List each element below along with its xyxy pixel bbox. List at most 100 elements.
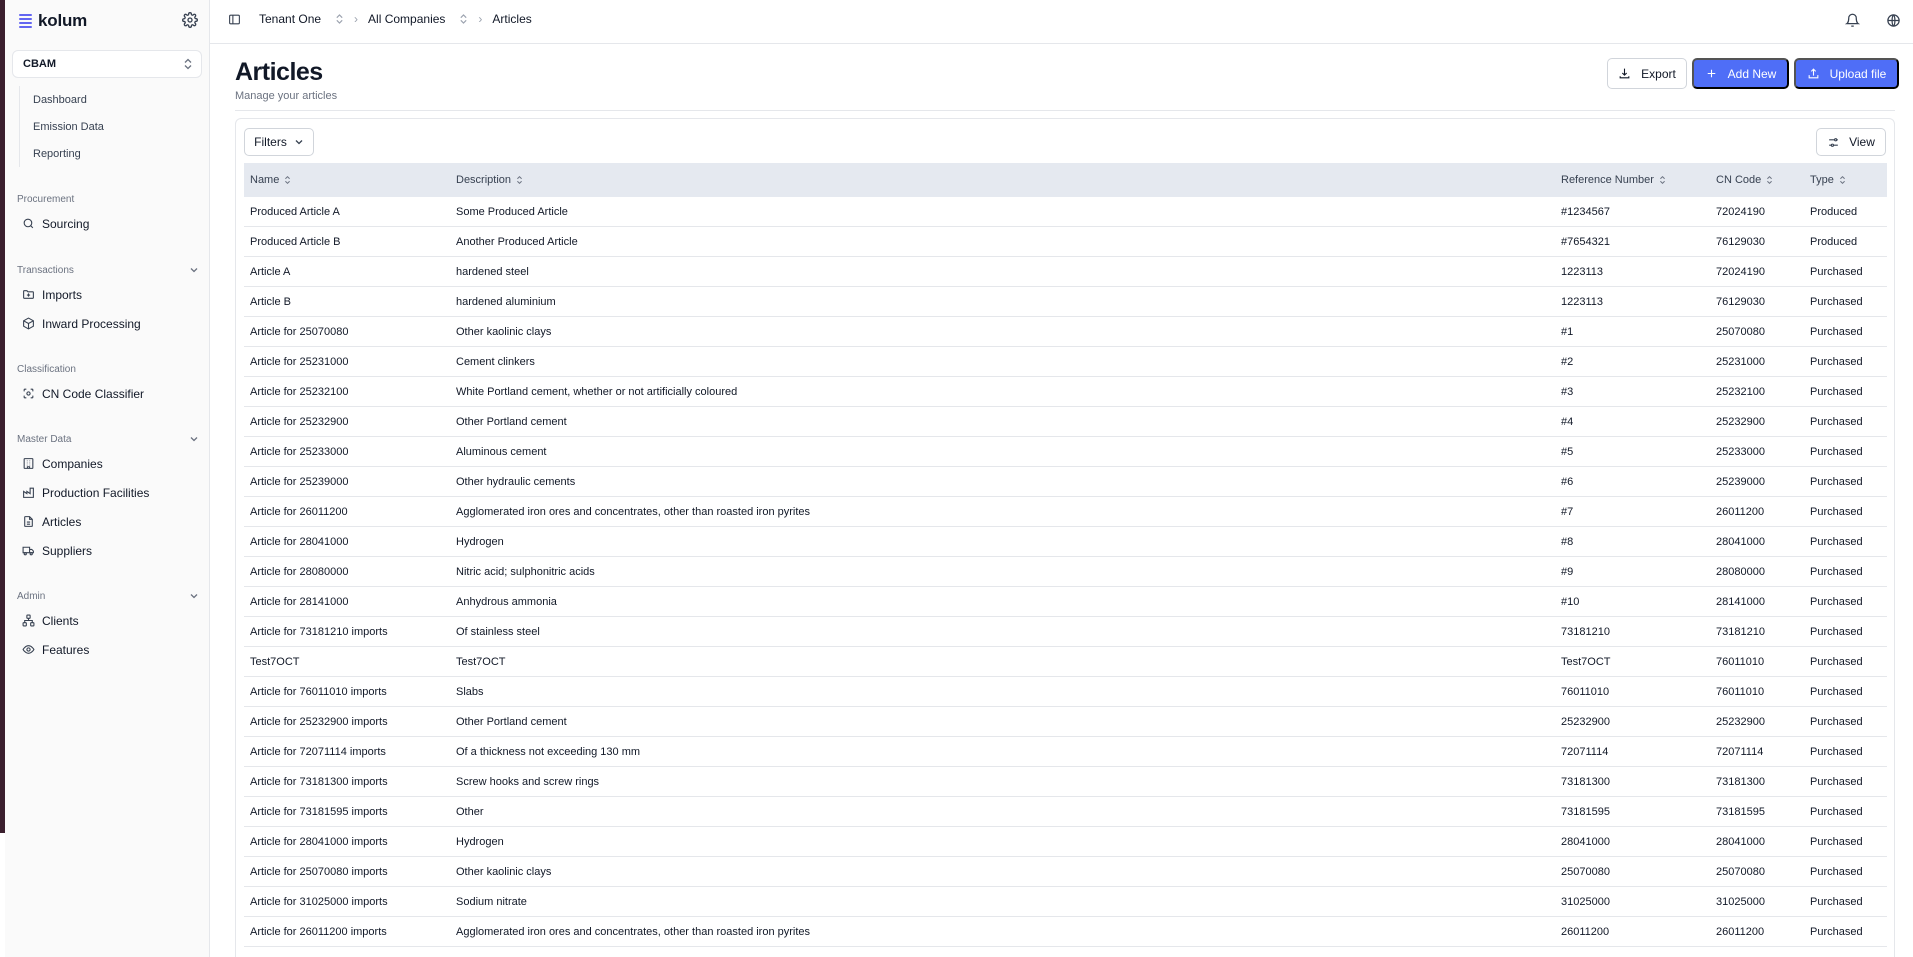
table-row[interactable]: Article for 28041000 Hydrogen #8 28041000 Pu… [244,527,1887,557]
module-select[interactable]: CBAM [12,50,202,78]
sidebar: kolum CBAM Dashboard Emission Data Repor… [5,0,210,957]
sidebar-item-companies[interactable]: Companies [17,449,203,478]
chevron-up-down-icon [336,14,343,24]
cell-reference-number: 31025000 [1561,895,1610,908]
sidebar-item-clients[interactable]: Clients [17,606,203,635]
brand[interactable]: kolum [19,10,87,32]
breadcrumb-tenant[interactable]: Tenant One [259,12,344,26]
chevron-down-icon[interactable] [189,434,199,444]
table-row[interactable]: Test7OCT Test7OCT Test7OCT 76011010 Purchase… [244,647,1887,677]
cell-description: Slabs [456,685,484,698]
cell-name: Article for 25231000 [250,355,349,368]
table-row[interactable]: Article for 72071114 imports Of a thickne… [244,737,1887,767]
breadcrumb-companies[interactable]: All Companies [368,12,468,26]
table-row[interactable]: Article A hardened steel 1223113 72024190 Pu… [244,257,1887,287]
section-title: Transactions [17,264,74,276]
chevron-right-icon: › [354,12,359,26]
column-header-cn-code[interactable]: CN Code [1710,174,1804,186]
table-row[interactable]: Article for 26011200 imports Agglomerated… [244,917,1887,947]
cell-description: Aluminous cement [456,445,547,458]
sidebar-item-cn-code-classifier[interactable]: CN Code Classifier [17,379,203,408]
cell-reference-number: 26011200 [1561,925,1610,938]
subnav-item-reporting[interactable]: Reporting [20,140,199,167]
cell-name: Article for 73181595 imports [250,805,388,818]
cell-description: Other Portland cement [456,715,567,728]
cell-name: Article for 28041000 [250,535,349,548]
articles-card: Filters View Name Description Reference … [235,118,1895,957]
sidebar-item-articles[interactable]: Articles [17,507,203,536]
cell-description: hardened aluminium [456,295,556,308]
cell-name: Article for 25070080 [250,325,349,338]
cell-cn-code: 25070080 [1716,325,1765,338]
table-row[interactable]: Article for 25070080 Other kaolinic clays… [244,317,1887,347]
cell-name: Article for 25233000 [250,445,349,458]
view-options-button[interactable]: View [1816,128,1886,156]
table-row[interactable]: Article for 25232900 Other Portland cemen… [244,407,1887,437]
gear-icon[interactable] [182,12,198,28]
table-row[interactable]: Article for 25231000 Cement clinkers #2 252… [244,347,1887,377]
cell-cn-code: 76011010 [1716,655,1765,668]
table-row[interactable]: Article for 25232900 imports Other Portla… [244,707,1887,737]
bell-icon[interactable] [1845,13,1860,28]
cell-type: Purchased [1810,775,1863,788]
globe-icon[interactable] [1886,13,1901,28]
table-row[interactable]: Article B hardened aluminium 1223113 761290… [244,287,1887,317]
subnav-item-dashboard[interactable]: Dashboard [20,86,199,113]
table-row[interactable]: Article for 28080000 Nitric acid; sulphon… [244,557,1887,587]
table-row[interactable]: test article that fail emission123456782… [244,947,1887,957]
sidebar-toggle-icon[interactable] [228,13,241,26]
cell-type: Purchased [1810,445,1863,458]
sort-icon [1839,175,1845,185]
filters-button[interactable]: Filters [244,128,314,156]
topbar: Tenant One › All Companies › Articles [210,0,1913,44]
table-row[interactable]: Produced Article B Another Produced Artic… [244,227,1887,257]
chevron-down-icon[interactable] [189,591,199,601]
table-header: Name Description Reference Number CN Cod… [244,163,1887,197]
sidebar-item-features[interactable]: Features [17,635,203,664]
topbar-actions [1845,13,1901,28]
sidebar-item-production-facilities[interactable]: Production Facilities [17,478,203,507]
table-row[interactable]: Article for 25233000 Aluminous cement #5 25… [244,437,1887,467]
cell-type: Purchased [1810,265,1863,278]
table-row[interactable]: Article for 25232100 White Portland cemen… [244,377,1887,407]
sidebar-item-label: Inward Processing [42,316,141,331]
table-row[interactable]: Article for 76011010 imports Slabs 7601101… [244,677,1887,707]
table-row[interactable]: Produced Article A Some Produced Article #… [244,197,1887,227]
sidebar-item-inward-processing[interactable]: Inward Processing [17,309,203,338]
table-row[interactable]: Article for 31025000 imports Sodium nitra… [244,887,1887,917]
table-row[interactable]: Article for 73181300 imports Screw hooks … [244,767,1887,797]
column-header-type[interactable]: Type [1804,174,1887,186]
upload-file-button[interactable]: Upload file [1794,58,1899,89]
sliders-icon [1829,137,1838,147]
cell-cn-code: 26011200 [1716,505,1765,518]
cell-reference-number: #7 [1561,505,1574,518]
sort-icon [1767,175,1773,185]
cell-reference-number: 73181210 [1561,625,1610,638]
cell-name: Produced Article A [250,205,340,218]
table-row[interactable]: Article for 73181210 imports Of stainless… [244,617,1887,647]
table-row[interactable]: Article for 26011200 Agglomerated iron or… [244,497,1887,527]
cell-reference-number: 73181300 [1561,775,1610,788]
table-row[interactable]: Article for 28141000 Anhydrous ammonia #10… [244,587,1887,617]
sidebar-item-suppliers[interactable]: Suppliers [17,536,203,565]
column-header-name[interactable]: Name [244,174,450,186]
sidebar-section-procurement: Procurement Sourcing [17,189,203,238]
table-row[interactable]: Article for 73181595 imports Other 7318159… [244,797,1887,827]
cell-name: Produced Article B [250,235,341,248]
table-row[interactable]: Article for 25070080 imports Other kaolin… [244,857,1887,887]
sidebar-item-label: Sourcing [42,216,90,231]
sidebar-section-transactions: Transactions Imports Inward Processing [17,260,203,338]
cell-type: Purchased [1810,805,1863,818]
column-header-reference-number[interactable]: Reference Number [1555,174,1710,186]
subnav-item-emission-data[interactable]: Emission Data [20,113,199,140]
add-new-button[interactable]: Add New [1692,58,1789,89]
column-header-description[interactable]: Description [450,174,1555,186]
chevron-down-icon[interactable] [189,265,199,275]
export-button[interactable]: Export [1607,58,1687,89]
cell-name: Article for 25070080 imports [250,865,388,878]
cell-description: Agglomerated iron ores and concentrates,… [456,505,811,518]
table-row[interactable]: Article for 25239000 Other hydraulic ceme… [244,467,1887,497]
table-row[interactable]: Article for 28041000 imports Hydrogen 2804… [244,827,1887,857]
sidebar-item-sourcing[interactable]: Sourcing [17,209,203,238]
sidebar-item-imports[interactable]: Imports [17,280,203,309]
